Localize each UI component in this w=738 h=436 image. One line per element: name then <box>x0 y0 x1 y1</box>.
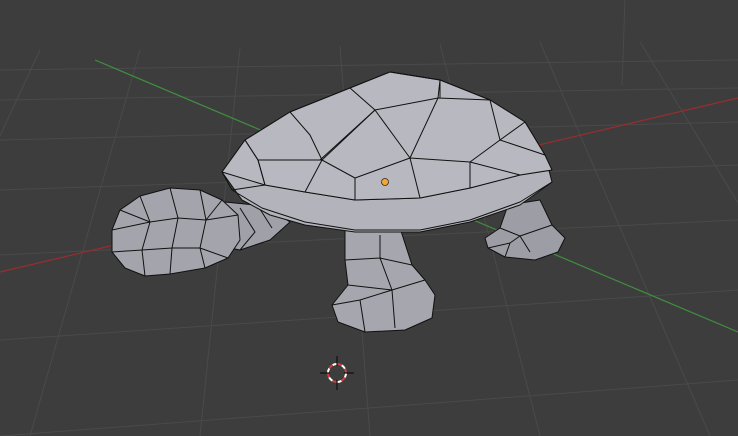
3d-viewport[interactable] <box>0 0 738 436</box>
front-leg <box>331 227 436 333</box>
3d-cursor-icon[interactable] <box>320 356 354 390</box>
object-origin-dot <box>381 178 389 186</box>
turtle-mesh[interactable] <box>111 71 566 333</box>
